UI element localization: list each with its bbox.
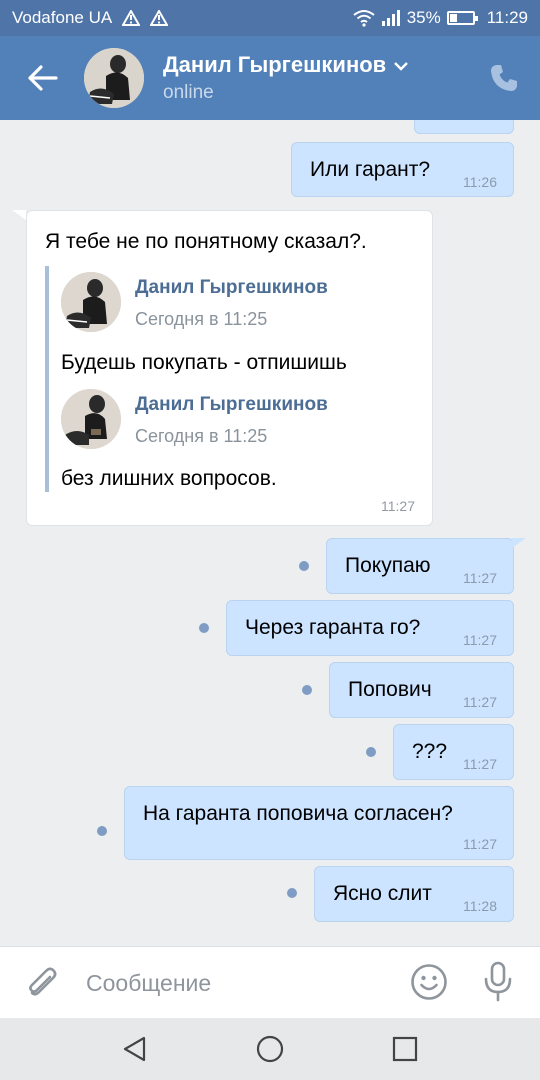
forward-quote-line	[45, 266, 49, 492]
message-time: 11:27	[463, 836, 497, 852]
microphone-icon[interactable]	[482, 961, 514, 1003]
circle-home-icon[interactable]	[255, 1034, 285, 1064]
forwarded-author[interactable]: Данил Гыргешкинов	[135, 277, 328, 299]
smile-icon[interactable]	[410, 963, 448, 1001]
bubble-tail	[12, 210, 26, 220]
battery-level	[449, 14, 458, 22]
message-bubble-outgoing[interactable]: ??? 11:27	[393, 724, 514, 780]
status-bar: Vodafone UA 35% 11:29	[0, 0, 540, 36]
message-text: Я тебе не по понятному сказал?.	[45, 230, 367, 253]
battery-icon	[446, 11, 478, 25]
unread-dot	[287, 888, 297, 898]
message-time: 11:27	[463, 756, 497, 772]
signal-icon	[381, 10, 400, 26]
message-bubble-outgoing[interactable]: Через гаранта го? 11:27	[226, 600, 514, 656]
square-recent-icon[interactable]	[390, 1034, 420, 1064]
forwarded-author[interactable]: Данил Гыргешкинов	[135, 394, 328, 416]
forwarded-date: Сегодня в 11:25	[135, 426, 268, 446]
message-time: 11:27	[463, 632, 497, 648]
unread-dot	[299, 561, 309, 571]
arrow-left-icon[interactable]	[24, 60, 60, 96]
clock: 11:29	[486, 8, 528, 27]
presence-status: online	[163, 82, 214, 103]
carrier-name: Vodafone UA	[12, 8, 113, 27]
forwarded-text: Будешь покупать - отпишишь	[61, 351, 347, 374]
message-text: На гаранта поповича согласен?	[143, 802, 453, 825]
message-list[interactable]: Или гарант? 11:26 Я тебе не по понятному…	[0, 120, 540, 946]
message-bubble-outgoing[interactable]: На гаранта поповича согласен? 11:27	[124, 786, 514, 860]
message-text: Ясно слит	[333, 882, 432, 905]
avatar[interactable]	[61, 272, 121, 332]
message-time: 11:28	[463, 898, 497, 914]
battery-percent: 35%	[406, 8, 441, 27]
forwarded-date: Сегодня в 11:25	[135, 309, 268, 329]
message-time: 11:26	[463, 174, 497, 190]
message-input[interactable]	[86, 965, 386, 1001]
message-text: Или гарант?	[310, 158, 431, 181]
warning-icon	[150, 10, 169, 26]
avatar[interactable]	[84, 48, 144, 108]
message-time: 11:27	[381, 498, 415, 514]
message-text: Покупаю	[345, 554, 431, 577]
message-text: ???	[412, 740, 448, 763]
contact-name[interactable]: Данил Гыргешкинов	[163, 52, 409, 78]
bubble-tail	[512, 538, 526, 548]
chat-header: Данил Гыргешкинов online	[0, 36, 540, 120]
message-time: 11:27	[463, 694, 497, 710]
system-navigation-bar	[0, 1018, 540, 1080]
message-text: Попович	[348, 678, 432, 701]
warning-icon	[122, 10, 141, 26]
message-text: Через гаранта го?	[245, 616, 421, 639]
paperclip-icon[interactable]	[24, 965, 60, 1001]
message-bubble-incoming[interactable]: Я тебе не по понятному сказал?. Данил Гы…	[26, 210, 433, 526]
phone-icon[interactable]	[488, 62, 520, 94]
message-bubble-outgoing[interactable]: Попович 11:27	[329, 662, 514, 718]
unread-dot	[302, 685, 312, 695]
message-composer	[0, 946, 540, 1018]
chevron-down-icon[interactable]	[394, 61, 409, 71]
wifi-icon	[353, 10, 375, 27]
message-bubble-outgoing[interactable]: Покупаю 11:27	[326, 538, 514, 594]
message-bubble-outgoing[interactable]: Или гарант? 11:26	[291, 142, 514, 197]
avatar[interactable]	[61, 389, 121, 449]
unread-dot	[199, 623, 209, 633]
message-bubble-partial	[414, 120, 514, 134]
unread-dot	[97, 826, 107, 836]
forwarded-text: без лишних вопросов.	[61, 467, 277, 490]
triangle-back-icon[interactable]	[120, 1034, 150, 1064]
message-time: 11:27	[463, 570, 497, 586]
message-bubble-outgoing[interactable]: Ясно слит 11:28	[314, 866, 514, 922]
unread-dot	[366, 747, 376, 757]
